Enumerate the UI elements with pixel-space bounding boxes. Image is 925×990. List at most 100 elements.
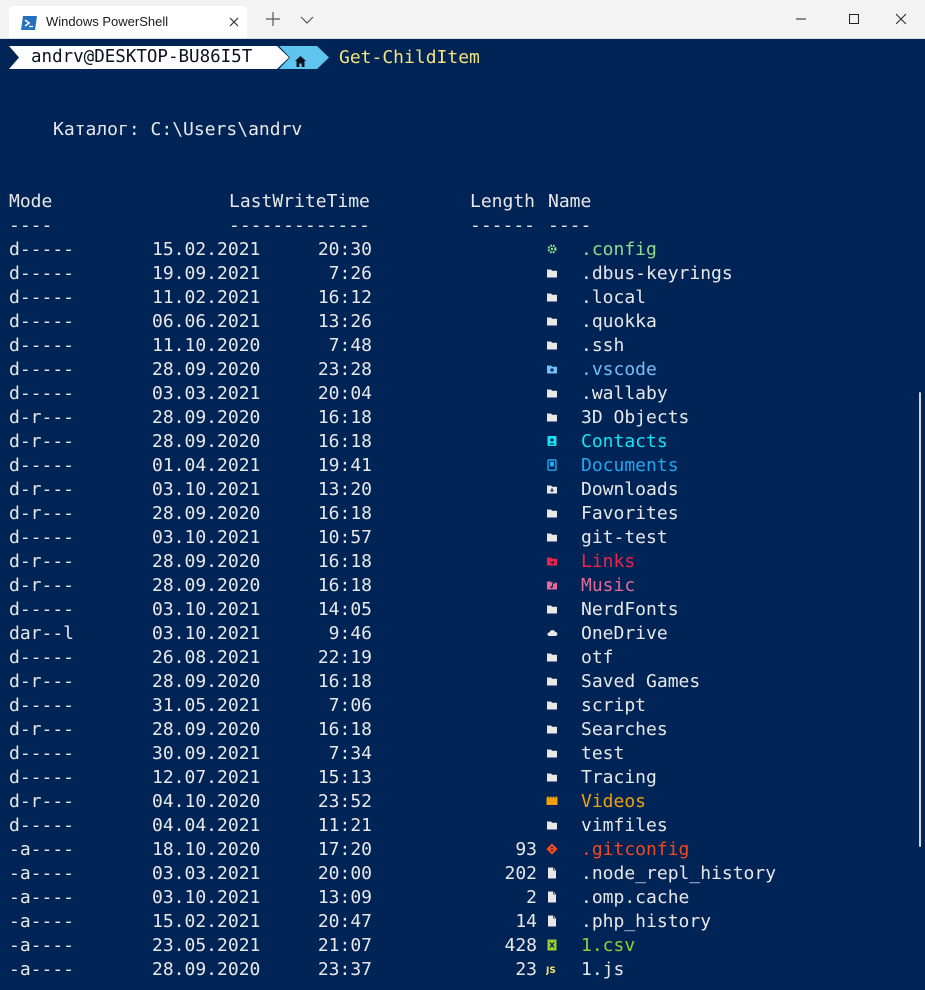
header-name-underline: ---- [548,215,592,236]
list-item: d----- 31.05.2021 7:06 script [0,694,925,718]
row-name: test [581,743,625,764]
list-item: d----- 01.04.2021 19:41 Documents [0,454,925,478]
title-bar: Windows PowerShell [0,0,925,39]
header-length: Length [470,191,536,212]
row-time: 16:18 [317,503,372,524]
list-item: -a---- 23.05.2021 21:07 428 1.csv [0,934,925,958]
row-date: 04.10.2020 [152,791,261,812]
row-name: script [581,695,647,716]
row-mode: -a---- [9,863,75,884]
row-mode: d-r--- [9,575,75,596]
row-mode: -a---- [9,935,75,956]
row-time: 7:34 [328,743,372,764]
file-icon [546,886,560,910]
row-mode: d-r--- [9,791,75,812]
close-window-icon[interactable] [890,8,912,30]
list-item: d----- 11.10.2020 7:48 .ssh [0,334,925,358]
row-name: Music [581,575,636,596]
row-time: 11:21 [317,815,372,836]
header-mode: Mode [9,191,53,212]
folder-icon [546,814,560,838]
csv-icon [546,934,560,958]
row-name: .omp.cache [581,887,690,908]
row-name: Favorites [581,503,679,524]
row-time: 13:20 [317,479,372,500]
row-name: .config [581,239,657,260]
list-item: -a---- 03.10.2021 13:09 2 .omp.cache [0,886,925,910]
row-name: Searches [581,719,668,740]
row-length: 23 [515,959,537,980]
svg-text:JS: JS [546,966,556,975]
row-time: 21:07 [317,935,372,956]
row-date: 12.07.2021 [152,767,261,788]
directory-label: Каталог: C:\Users\andrv [53,119,303,140]
row-time: 16:18 [317,431,372,452]
header-mode-underline: ---- [9,215,53,236]
folder-icon [546,646,560,670]
row-length: 14 [515,911,537,932]
links-folder-icon [546,550,560,574]
minimize-icon[interactable] [790,8,812,30]
videos-icon [546,790,560,814]
list-item: -a---- 18.10.2020 17:20 93 .gitconfig [0,838,925,862]
row-name: Saved Games [581,671,701,692]
list-item: d----- 15.02.2021 20:30 .config [0,238,925,262]
close-tab-icon[interactable] [227,14,241,28]
contacts-icon [546,430,560,454]
row-name: Links [581,551,636,572]
row-time: 23:52 [317,791,372,812]
list-item: d----- 28.09.2020 23:28 .vscode [0,358,925,382]
folder-icon [546,694,560,718]
scrollbar[interactable] [919,392,921,847]
row-time: 9:46 [328,623,372,644]
folder-icon [546,310,560,334]
row-date: 06.06.2021 [152,311,261,332]
powershell-icon [21,15,37,30]
row-date: 11.10.2020 [152,335,261,356]
row-time: 20:47 [317,911,372,932]
header-lastwritetime: LastWriteTime [229,191,370,212]
row-mode: d----- [9,359,75,380]
file-icon [546,910,560,934]
row-date: 03.10.2021 [152,887,261,908]
row-mode: -a---- [9,839,75,860]
row-mode: d----- [9,767,75,788]
list-item: d----- 19.09.2021 7:26 .dbus-keyrings [0,262,925,286]
file-icon [546,862,560,886]
row-time: 22:19 [317,647,372,668]
prompt-user-segment: andrv@DESKTOP-BU86I5T [9,46,277,69]
row-time: 16:18 [317,671,372,692]
row-date: 15.02.2021 [152,239,261,260]
row-length: 428 [504,935,537,956]
row-time: 13:09 [317,887,372,908]
row-date: 03.10.2021 [152,599,261,620]
list-item: -a---- 28.09.2020 23:37 23 JS 1.js [0,958,925,982]
row-date: 19.09.2021 [152,263,261,284]
prompt-user: andrv@DESKTOP-BU86I5T [31,47,253,67]
list-item: d----- 04.04.2021 11:21 vimfiles [0,814,925,838]
row-name: 3D Objects [581,407,690,428]
prompt-separator [317,46,329,69]
folder-icon [546,718,560,742]
row-mode: -a---- [9,911,75,932]
row-time: 23:37 [317,959,372,980]
row-mode: d-r--- [9,407,75,428]
row-time: 16:12 [317,287,372,308]
row-mode: d-r--- [9,431,75,452]
terminal-output[interactable]: andrv@DESKTOP-BU86I5T Get-ChildItem Ката… [0,39,925,990]
row-time: 23:28 [317,359,372,380]
list-item: d-r--- 28.09.2020 16:18 Saved Games [0,670,925,694]
row-date: 15.02.2021 [152,911,261,932]
row-time: 20:00 [317,863,372,884]
maximize-icon[interactable] [843,8,865,30]
row-time: 16:18 [317,575,372,596]
chevron-down-icon[interactable] [298,12,316,26]
new-tab-plus-icon[interactable] [264,10,282,28]
row-mode: d----- [9,287,75,308]
tab-powershell[interactable]: Windows PowerShell [9,6,247,38]
vscode-folder-icon [546,358,560,382]
row-name: .dbus-keyrings [581,263,733,284]
downloads-folder-icon [546,478,560,502]
row-date: 01.04.2021 [152,455,261,476]
list-item: d-r--- 28.09.2020 16:18 Music [0,574,925,598]
